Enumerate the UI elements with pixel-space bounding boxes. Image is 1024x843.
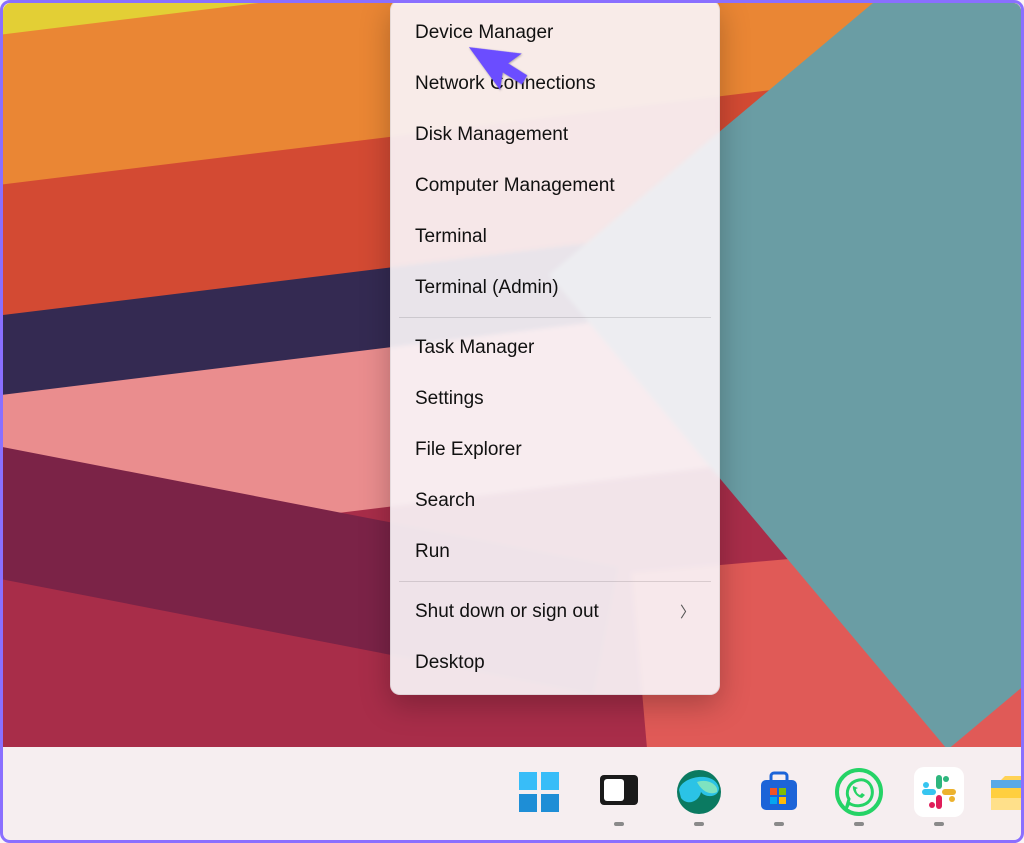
menu-item-label: Disk Management — [415, 124, 568, 146]
task-view-icon — [594, 767, 644, 817]
chevron-right-icon: 〉 — [680, 601, 695, 622]
winx-context-menu: Device Manager Network Connections Disk … — [390, 0, 720, 695]
menu-item-search[interactable]: Search — [397, 475, 713, 526]
screen: Device Manager Network Connections Disk … — [0, 0, 1024, 843]
menu-item-task-manager[interactable]: Task Manager — [397, 322, 713, 373]
menu-item-label: Shut down or sign out — [415, 601, 599, 623]
menu-item-settings[interactable]: Settings — [397, 373, 713, 424]
microsoft-store-icon — [754, 767, 804, 817]
menu-item-label: Desktop — [415, 652, 485, 674]
menu-item-label: Settings — [415, 388, 484, 410]
menu-item-label: Search — [415, 490, 475, 512]
menu-item-disk-management[interactable]: Disk Management — [397, 109, 713, 160]
edge-icon — [674, 767, 724, 817]
whatsapp-icon — [834, 767, 884, 817]
taskbar-edge-button[interactable] — [671, 767, 727, 826]
menu-item-device-manager[interactable]: Device Manager — [397, 7, 713, 58]
taskbar — [3, 747, 1021, 840]
file-explorer-icon — [991, 767, 1021, 817]
menu-separator — [399, 317, 711, 318]
menu-item-run[interactable]: Run — [397, 526, 713, 577]
running-indicator-icon — [854, 822, 864, 826]
menu-item-computer-management[interactable]: Computer Management — [397, 160, 713, 211]
menu-item-label: Terminal (Admin) — [415, 277, 559, 299]
menu-item-file-explorer[interactable]: File Explorer — [397, 424, 713, 475]
menu-separator — [399, 581, 711, 582]
menu-item-label: File Explorer — [415, 439, 522, 461]
taskbar-slack-button[interactable] — [911, 767, 967, 826]
menu-item-terminal[interactable]: Terminal — [397, 211, 713, 262]
taskbar-whatsapp-button[interactable] — [831, 767, 887, 826]
running-indicator-icon — [614, 822, 624, 826]
menu-item-desktop[interactable]: Desktop — [397, 637, 713, 688]
menu-item-label: Computer Management — [415, 175, 615, 197]
start-icon — [514, 767, 564, 817]
menu-item-label: Run — [415, 541, 450, 563]
taskbar-task-view-button[interactable] — [591, 767, 647, 826]
taskbar-start-button[interactable] — [511, 767, 567, 826]
taskbar-icons — [511, 767, 1021, 826]
taskbar-store-button[interactable] — [751, 767, 807, 826]
running-indicator-icon — [934, 822, 944, 826]
menu-item-shutdown[interactable]: Shut down or sign out 〉 — [397, 586, 713, 637]
menu-item-label: Task Manager — [415, 337, 534, 359]
menu-item-network-connections[interactable]: Network Connections — [397, 58, 713, 109]
menu-item-terminal-admin[interactable]: Terminal (Admin) — [397, 262, 713, 313]
slack-icon — [914, 767, 964, 817]
taskbar-file-explorer-button[interactable] — [991, 767, 1021, 826]
running-indicator-icon — [694, 822, 704, 826]
running-indicator-icon — [774, 822, 784, 826]
menu-item-label: Terminal — [415, 226, 487, 248]
